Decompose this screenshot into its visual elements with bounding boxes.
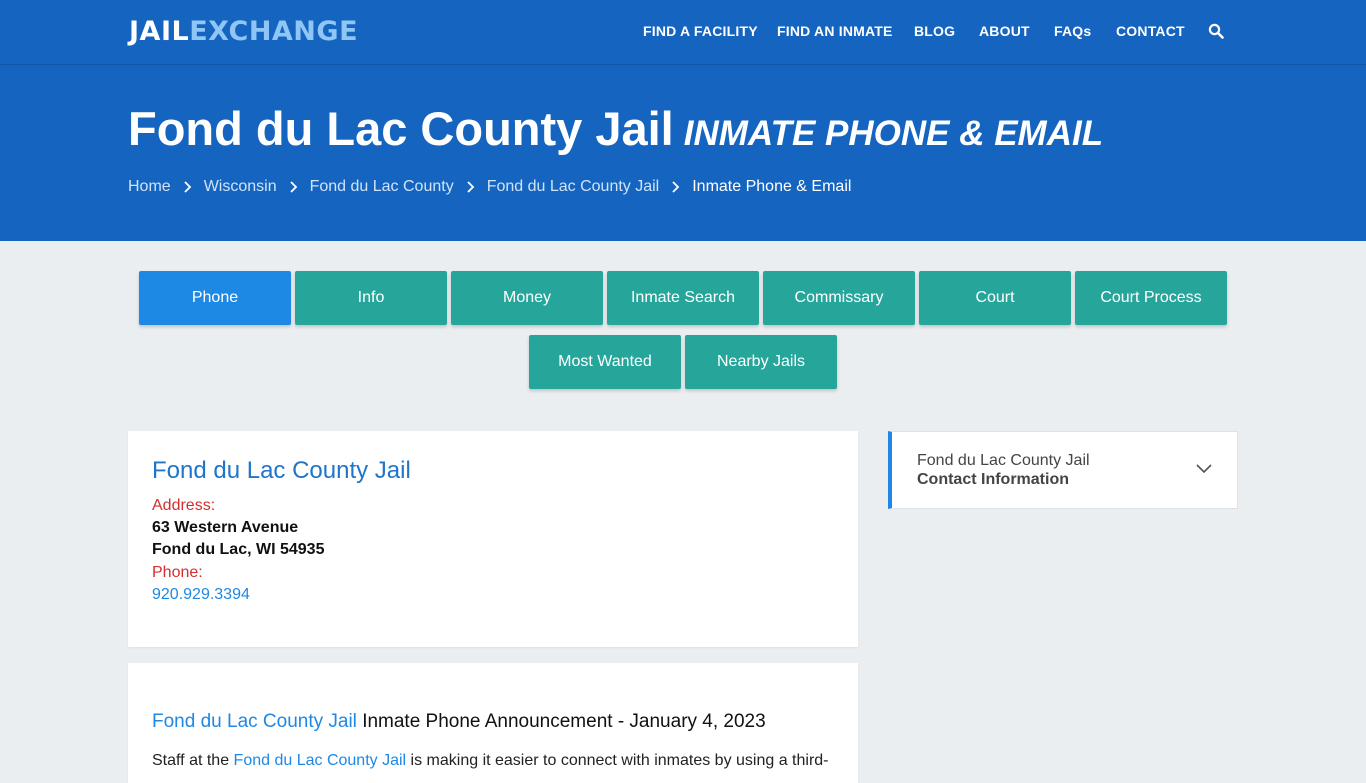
para-facility-link[interactable]: Fond du Lac County Jail <box>234 752 407 769</box>
logo-part-jail: JAIL <box>129 16 190 47</box>
nav-blog[interactable]: BLOG <box>914 23 955 39</box>
facility-tabs-row-2: Most Wanted Nearby Jails <box>0 335 1366 389</box>
page-title-main: Fond du Lac County Jail <box>128 102 674 155</box>
phone-link[interactable]: 920.929.3394 <box>152 586 250 604</box>
tab-inmate-search[interactable]: Inmate Search <box>607 271 759 325</box>
tab-court-process[interactable]: Court Process <box>1075 271 1227 325</box>
tab-most-wanted[interactable]: Most Wanted <box>529 335 681 389</box>
breadcrumb: Home Wisconsin Fond du Lac County Fond d… <box>128 178 851 196</box>
accordion-facility-name: Fond du Lac County Jail <box>917 452 1090 469</box>
breadcrumb-home[interactable]: Home <box>128 178 171 196</box>
chevron-right-icon <box>467 181 474 193</box>
logo-part-exchange: EXCHANGE <box>189 16 359 47</box>
search-icon[interactable] <box>1208 23 1224 39</box>
nav-find-facility[interactable]: FIND A FACILITY <box>643 23 758 39</box>
page-title-subtitle: INMATE PHONE & EMAIL <box>683 114 1104 153</box>
tab-info[interactable]: Info <box>295 271 447 325</box>
accordion-title: Contact Information <box>917 471 1069 488</box>
breadcrumb-county[interactable]: Fond du Lac County <box>310 178 454 196</box>
announcement-card: Fond du Lac County Jail Inmate Phone Ann… <box>128 663 858 783</box>
contact-info-accordion[interactable]: Fond du Lac County Jail Contact Informat… <box>888 431 1238 509</box>
nav-faqs[interactable]: FAQs <box>1054 23 1091 39</box>
announcement-heading: Fond du Lac County Jail Inmate Phone Ann… <box>152 711 766 733</box>
facility-name[interactable]: Fond du Lac County Jail <box>152 457 411 485</box>
breadcrumb-facility[interactable]: Fond du Lac County Jail <box>487 178 660 196</box>
top-navbar: JAILEXCHANGE FIND A FACILITY FIND AN INM… <box>0 0 1366 65</box>
para-start: Staff at the <box>152 752 234 769</box>
page-title: Fond du Lac County Jail INMATE PHONE & EM… <box>128 101 1103 162</box>
facility-tabs-row-1: Phone Info Money Inmate Search Commissar… <box>0 271 1366 325</box>
announcement-paragraph: Staff at the Fond du Lac County Jail is … <box>152 752 829 770</box>
breadcrumb-current: Inmate Phone & Email <box>692 178 852 195</box>
nav-contact[interactable]: CONTACT <box>1116 23 1185 39</box>
chevron-down-icon[interactable] <box>1196 464 1212 474</box>
tab-commissary[interactable]: Commissary <box>763 271 915 325</box>
nav-about[interactable]: ABOUT <box>979 23 1030 39</box>
tab-court[interactable]: Court <box>919 271 1071 325</box>
nav-find-inmate[interactable]: FIND AN INMATE <box>777 23 893 39</box>
announcement-title: Inmate Phone Announcement - January 4, 2… <box>362 711 766 732</box>
site-logo[interactable]: JAILEXCHANGE <box>129 14 358 50</box>
chevron-right-icon <box>672 181 680 193</box>
chevron-right-icon <box>289 181 297 193</box>
tab-phone[interactable]: Phone <box>139 271 291 325</box>
page-hero: Fond du Lac County Jail INMATE PHONE & EM… <box>0 65 1366 241</box>
breadcrumb-state[interactable]: Wisconsin <box>204 178 277 196</box>
para-end: is making it easier to connect with inma… <box>406 752 829 769</box>
tab-nearby-jails[interactable]: Nearby Jails <box>685 335 837 389</box>
address-line-1: 63 Western Avenue <box>152 519 299 536</box>
announcement-facility-link[interactable]: Fond du Lac County Jail <box>152 711 357 732</box>
facility-contact-card: Fond du Lac County Jail Address: 63 West… <box>128 431 858 647</box>
phone-label: Phone: <box>152 564 203 581</box>
chevron-right-icon <box>184 181 191 193</box>
tab-money[interactable]: Money <box>451 271 603 325</box>
address-line-2: Fond du Lac, WI 54935 <box>152 541 325 558</box>
address-label: Address: <box>152 497 216 514</box>
